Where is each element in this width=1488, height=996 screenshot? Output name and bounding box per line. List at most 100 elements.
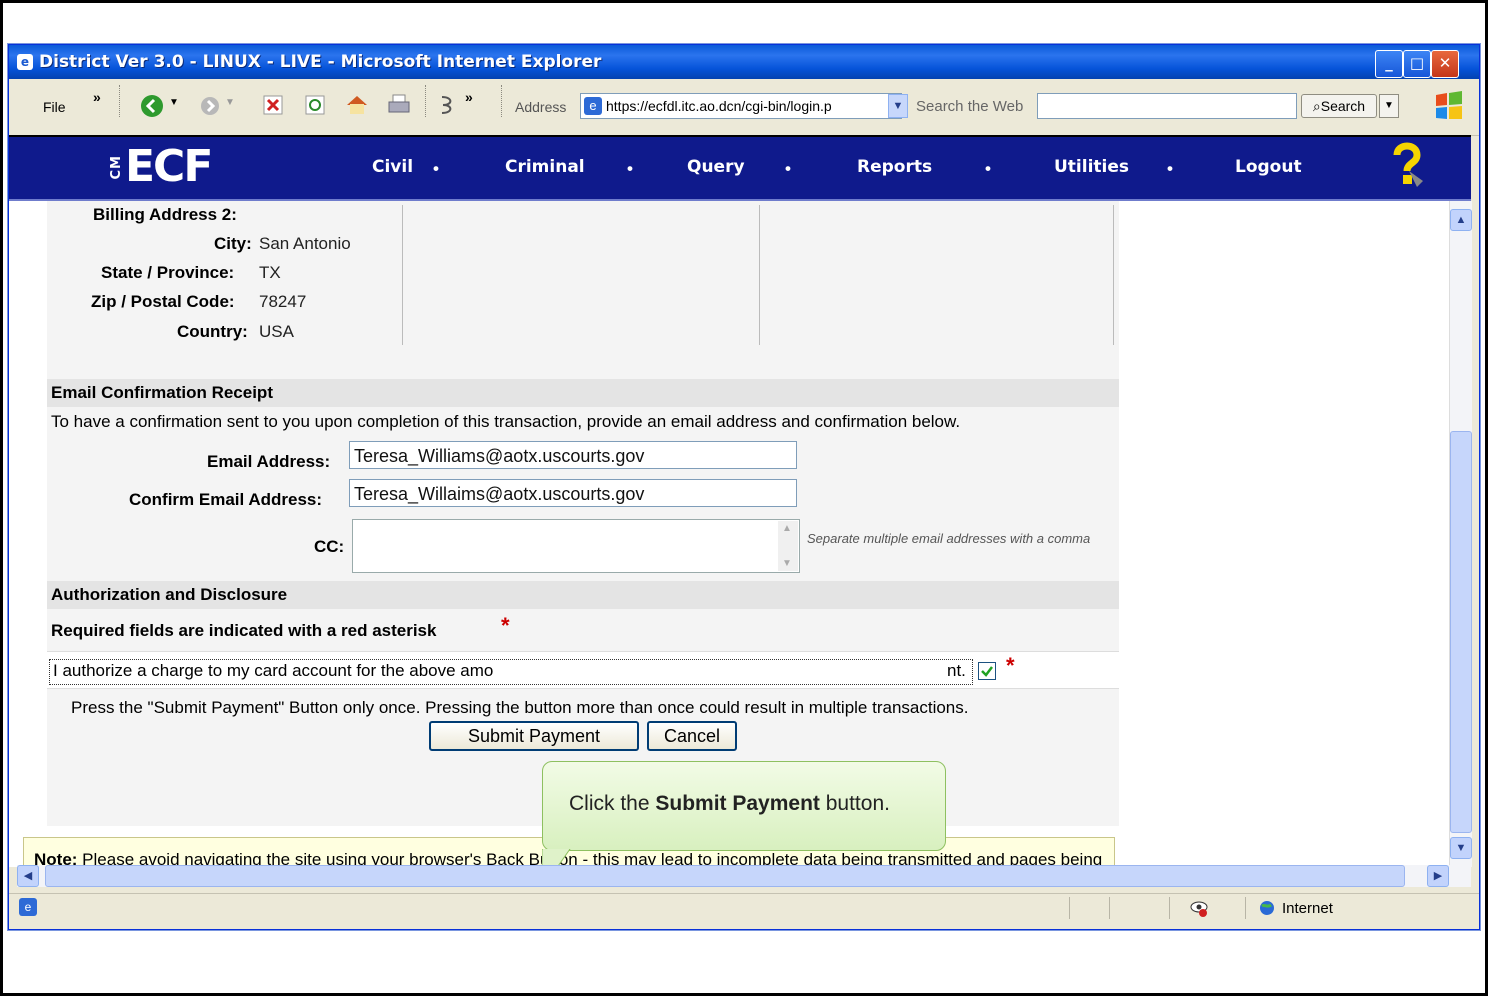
refresh-icon[interactable] xyxy=(305,95,325,115)
cancel-button[interactable]: Cancel xyxy=(647,721,737,751)
nav-criminal[interactable]: Criminal xyxy=(505,157,585,177)
authorize-text-end: nt. xyxy=(947,661,966,680)
nav-query[interactable]: Query xyxy=(687,157,745,177)
title-bar: e District Ver 3.0 - LINUX - LIVE - Micr… xyxy=(9,45,1479,79)
confirm-email-input[interactable]: Teresa_Willaims@aotx.uscourts.gov xyxy=(349,479,797,507)
ie-page-icon: e xyxy=(584,97,602,115)
state-label: State / Province: xyxy=(101,263,235,282)
search-button[interactable]: ⌕Search xyxy=(1301,94,1377,118)
ecf-logo-prefix: CM xyxy=(109,155,124,180)
stop-icon[interactable] xyxy=(263,95,283,115)
column-divider xyxy=(759,205,760,345)
authorize-checkbox[interactable] xyxy=(978,662,996,680)
required-note: Required fields are indicated with a red… xyxy=(51,621,437,640)
required-asterisk: * xyxy=(501,613,510,638)
forward-dropdown-icon[interactable]: ▼ xyxy=(225,97,235,108)
email-section-heading: Email Confirmation Receipt xyxy=(47,379,1119,407)
home-icon[interactable] xyxy=(345,93,369,115)
toolbar-chevron-icon[interactable]: » xyxy=(465,89,473,105)
instruction-callout: Click the Submit Payment button. xyxy=(542,761,946,851)
address-bar[interactable]: e https://ecfdl.itc.ao.dcn/cgi-bin/login.… xyxy=(580,93,902,119)
submit-payment-button[interactable]: Submit Payment xyxy=(429,721,639,751)
help-icon[interactable] xyxy=(1389,141,1425,191)
press-once-warning: Press the "Submit Payment" Button only o… xyxy=(71,698,969,717)
horizontal-scrollbar[interactable]: ◀ ▶ xyxy=(17,865,1471,887)
nav-reports[interactable]: Reports xyxy=(857,157,932,177)
ecf-logo-text: ECF xyxy=(125,141,213,192)
vertical-scrollbar[interactable]: ▲ ▼ xyxy=(1449,201,1472,867)
city-label: City: xyxy=(214,234,252,253)
ecf-logo: CM ECF xyxy=(109,141,213,192)
status-divider xyxy=(1245,897,1246,919)
address-value: https://ecfdl.itc.ao.dcn/cgi-bin/login.p xyxy=(606,98,832,114)
nav-separator: • xyxy=(985,159,991,178)
chevron-down-icon: ▼ xyxy=(782,558,792,569)
cc-hint: Separate multiple email addresses with a… xyxy=(807,531,1091,546)
back-icon[interactable] xyxy=(139,93,165,119)
nav-separator: • xyxy=(1167,159,1173,178)
magnifier-icon: ⌕ xyxy=(1312,98,1321,114)
page-content: Billing Address 2: City: San Antonio Sta… xyxy=(9,201,1449,867)
authorize-text: I authorize a charge to my card account … xyxy=(53,661,494,680)
cc-label: CC: xyxy=(314,537,345,556)
nav-separator: • xyxy=(627,159,633,178)
status-divider xyxy=(1069,897,1070,919)
maximize-button[interactable]: □ xyxy=(1403,50,1431,78)
security-zone: Internet xyxy=(1282,900,1333,917)
chevron-up-icon: ▲ xyxy=(782,523,792,534)
ecf-nav-bar: CM ECF Civil • Criminal • Query • Reports… xyxy=(9,135,1471,201)
forward-icon[interactable] xyxy=(199,95,221,117)
callout-suffix: button. xyxy=(819,792,890,815)
nav-civil[interactable]: Civil xyxy=(372,157,413,177)
search-label: Search the Web xyxy=(916,98,1024,115)
windows-logo-icon xyxy=(1436,91,1462,119)
vertical-scroll-thumb[interactable] xyxy=(1450,431,1472,833)
nav-separator: • xyxy=(785,159,791,178)
close-button[interactable]: ✕ xyxy=(1431,50,1459,78)
scroll-left-icon[interactable]: ◀ xyxy=(17,865,39,887)
browser-window: e District Ver 3.0 - LINUX - LIVE - Micr… xyxy=(8,44,1480,930)
menu-chevron-icon[interactable]: » xyxy=(93,89,101,105)
privacy-icon[interactable] xyxy=(1189,898,1209,918)
email-input[interactable]: Teresa_Williams@aotx.uscourts.gov xyxy=(349,441,797,469)
address-dropdown-icon[interactable]: ▼ xyxy=(888,94,908,118)
nav-utilities[interactable]: Utilities xyxy=(1054,157,1129,177)
scroll-right-icon[interactable]: ▶ xyxy=(1427,865,1449,887)
email-label: Email Address: xyxy=(207,452,331,471)
authorize-required-asterisk: * xyxy=(1006,653,1015,678)
zip-label: Zip / Postal Code: xyxy=(91,292,235,311)
email-instructions: To have a confirmation sent to you upon … xyxy=(51,412,961,431)
country-label: Country: xyxy=(177,322,248,341)
callout-bold: Submit Payment xyxy=(655,792,820,815)
scroll-down-icon[interactable]: ▼ xyxy=(1450,837,1472,859)
ie-page-icon: e xyxy=(17,54,33,70)
auth-section-heading: Authorization and Disclosure xyxy=(47,581,1119,609)
back-dropdown-icon[interactable]: ▼ xyxy=(169,97,179,108)
cc-textarea[interactable] xyxy=(352,519,800,573)
minimize-button[interactable]: _ xyxy=(1375,50,1403,78)
horizontal-scroll-thumb[interactable] xyxy=(45,865,1405,887)
globe-icon xyxy=(1260,901,1274,915)
address-label: Address xyxy=(515,99,567,115)
search-button-label: Search xyxy=(1320,98,1366,114)
window-title: District Ver 3.0 - LINUX - LIVE - Micros… xyxy=(39,52,602,72)
column-divider xyxy=(402,205,403,345)
file-menu[interactable]: File xyxy=(43,99,66,115)
scroll-up-icon[interactable]: ▲ xyxy=(1450,209,1472,231)
nav-separator: • xyxy=(433,159,439,178)
callout-prefix: Click the xyxy=(569,792,656,815)
cc-scrollbar[interactable]: ▲ ▼ xyxy=(778,521,798,571)
billing-address2-label: Billing Address 2: xyxy=(93,205,237,224)
city-value: San Antonio xyxy=(259,234,351,253)
status-divider xyxy=(1109,897,1110,919)
confirm-email-label: Confirm Email Address: xyxy=(129,490,323,509)
page-status-icon: e xyxy=(19,898,37,916)
column-divider xyxy=(1113,205,1114,345)
print-icon[interactable] xyxy=(387,93,411,115)
nav-logout[interactable]: Logout xyxy=(1235,157,1302,177)
research-icon[interactable] xyxy=(437,93,459,117)
search-input[interactable] xyxy=(1037,93,1297,119)
search-dropdown-icon[interactable]: ▼ xyxy=(1379,94,1399,118)
status-bar: e Internet xyxy=(9,893,1479,924)
zip-value: 78247 xyxy=(259,292,307,311)
